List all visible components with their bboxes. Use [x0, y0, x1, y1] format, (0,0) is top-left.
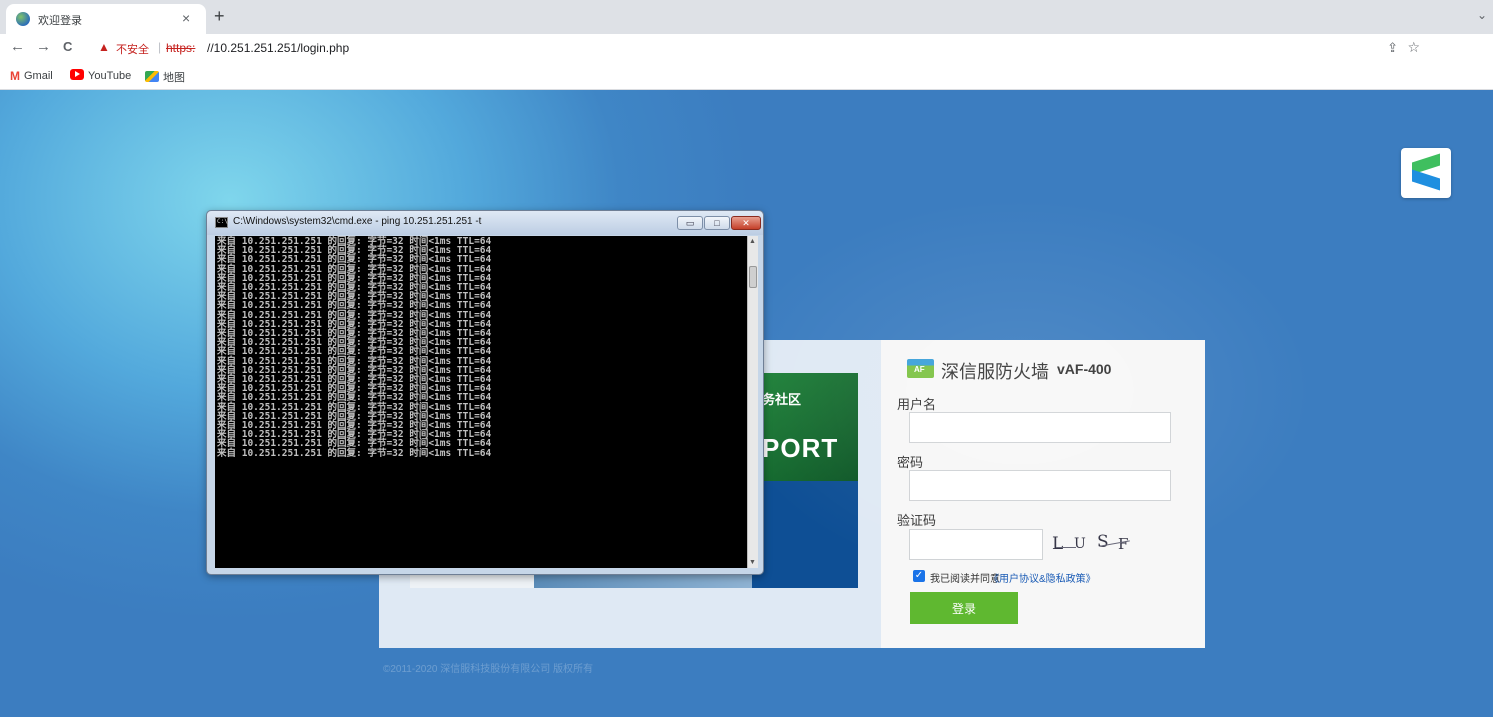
- cmd-output[interactable]: 来自 10.251.251.251 的回复: 字节=32 时间<1ms TTL=…: [215, 236, 747, 568]
- firewall-logo-icon: [907, 359, 934, 378]
- bookmark-gmail[interactable]: M Gmail: [10, 69, 53, 83]
- captcha-image[interactable]: L U S F: [1048, 529, 1142, 559]
- captcha-label: 验证码: [897, 513, 937, 528]
- address-bar[interactable]: ▲ 不安全 | https: //10.251.251.251/login.ph…: [88, 36, 1428, 60]
- maps-icon: [145, 71, 159, 82]
- gmail-icon: M: [10, 69, 20, 83]
- scroll-up-icon[interactable]: ▲: [749, 238, 756, 245]
- password-label: 密码: [897, 455, 924, 470]
- globe-icon: [16, 12, 30, 26]
- bookmarks-bar: M Gmail YouTube 地图: [0, 62, 1493, 90]
- agree-text: 我已阅读并同意: [930, 574, 1000, 585]
- tab-strip: 欢迎登录 × + ⌄: [0, 0, 1493, 34]
- url-text: //10.251.251.251/login.php: [207, 41, 350, 55]
- password-input[interactable]: [909, 470, 1171, 501]
- back-button[interactable]: ←: [10, 38, 25, 55]
- new-tab-button[interactable]: +: [214, 6, 225, 27]
- user-agreement-link[interactable]: 《用户协议&隐私政策》: [989, 570, 1096, 585]
- maximize-button[interactable]: □: [704, 216, 730, 230]
- copyright-text: ©2011-2020 深信服科技股份有限公司 版权所有: [383, 664, 594, 675]
- captcha-input[interactable]: [909, 529, 1043, 560]
- username-label: 用户名: [897, 397, 937, 412]
- bookmark-youtube[interactable]: YouTube: [70, 69, 131, 82]
- cmd-scrollbar[interactable]: ▲ ▼: [747, 236, 758, 568]
- url-scheme: https:: [166, 41, 196, 55]
- banner-text-big: PORT: [762, 433, 839, 463]
- tab-search-icon[interactable]: ⌄: [1477, 8, 1487, 22]
- login-button[interactable]: 登录: [910, 592, 1018, 624]
- close-button[interactable]: ✕: [731, 216, 761, 230]
- browser-tab[interactable]: 欢迎登录 ×: [6, 4, 206, 34]
- scroll-thumb[interactable]: [749, 266, 757, 288]
- login-form: 深信服防火墙 vAF-400 用户名 密码 验证码 L U S F ✓ 我已阅读…: [881, 340, 1205, 648]
- bookmark-maps[interactable]: 地图: [145, 69, 185, 85]
- browser-toolbar: ← → C ▲ 不安全 | https: //10.251.251.251/lo…: [0, 34, 1493, 62]
- minimize-button[interactable]: ▭: [677, 216, 703, 230]
- share-icon[interactable]: ⇪: [1387, 40, 1398, 56]
- model-name: vAF-400: [1057, 361, 1112, 377]
- cmd-title: C:\Windows\system32\cmd.exe - ping 10.25…: [233, 216, 482, 227]
- tab-title: 欢迎登录: [38, 15, 82, 27]
- cmd-window[interactable]: C:\Windows\system32\cmd.exe - ping 10.25…: [206, 210, 764, 575]
- separator: |: [158, 40, 162, 54]
- cmd-output-line: 来自 10.251.251.251 的回复: 字节=32 时间<1ms TTL=…: [217, 447, 492, 459]
- warning-icon[interactable]: ▲: [98, 40, 110, 54]
- scroll-down-icon[interactable]: ▼: [749, 559, 756, 566]
- bookmark-star-icon[interactable]: ☆: [1407, 39, 1420, 56]
- cmd-app-icon: [215, 217, 228, 228]
- forward-button[interactable]: →: [36, 38, 51, 55]
- security-label[interactable]: 不安全: [116, 41, 149, 57]
- cmd-titlebar[interactable]: C:\Windows\system32\cmd.exe - ping 10.25…: [207, 211, 763, 235]
- youtube-icon: [70, 69, 84, 80]
- reload-button[interactable]: C: [63, 39, 72, 54]
- close-tab-icon[interactable]: ×: [182, 10, 190, 26]
- extension-widget-icon[interactable]: [1401, 148, 1451, 198]
- banner-text-top: 务社区: [762, 392, 802, 407]
- agree-checkbox[interactable]: ✓: [913, 570, 925, 582]
- brand-name: 深信服防火墙: [941, 362, 1049, 382]
- username-input[interactable]: [909, 412, 1171, 443]
